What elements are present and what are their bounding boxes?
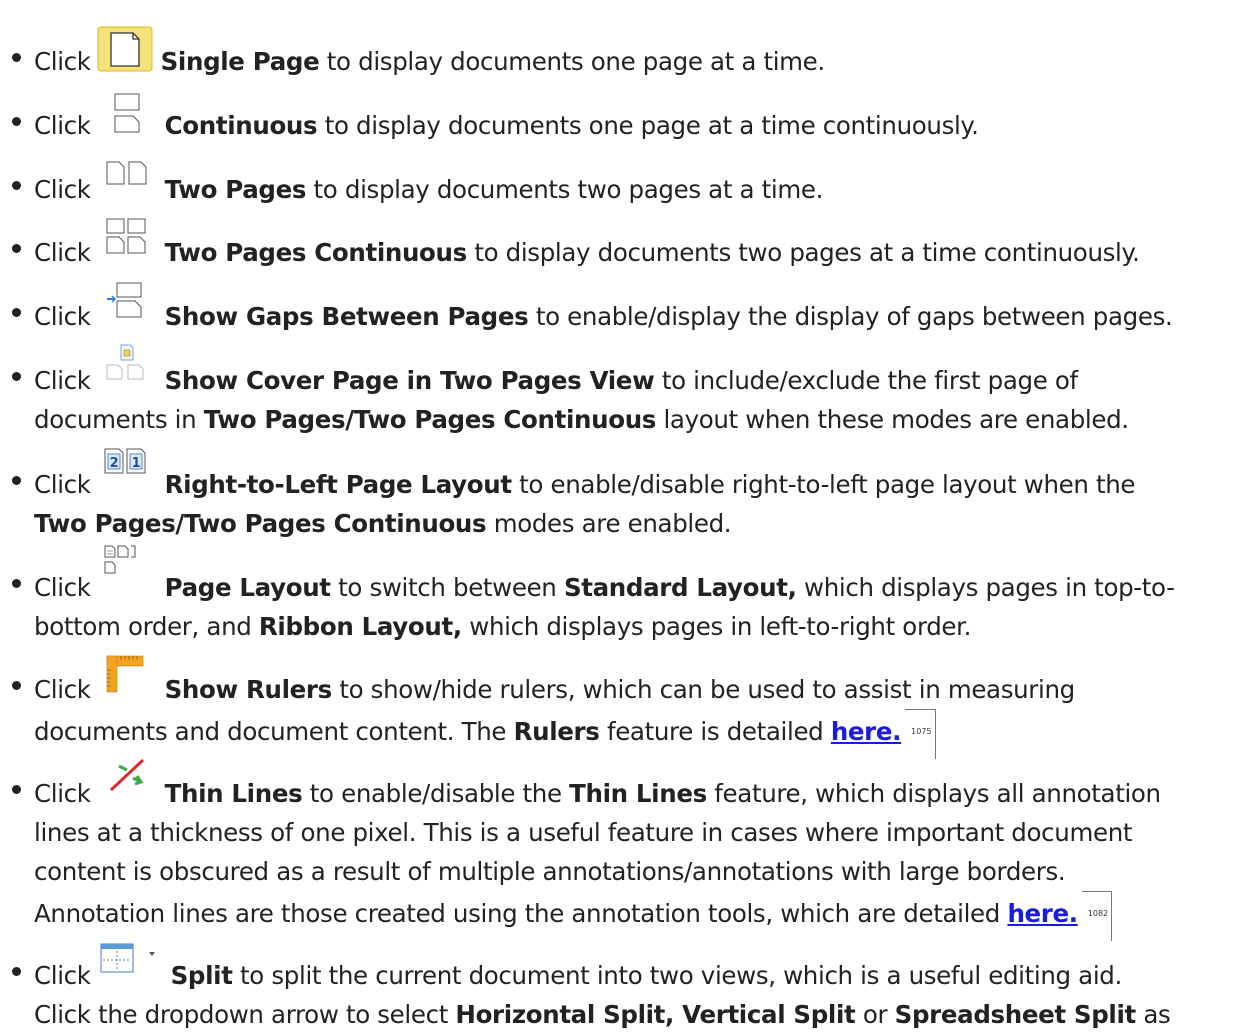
- list-item: Click Split to split the current documen…: [12, 943, 1260, 1034]
- description: layout when these modes are enabled.: [663, 405, 1129, 434]
- click-text: Click: [34, 779, 91, 808]
- mode-name: Two Pages/Two Pages Continuous: [203, 405, 657, 434]
- show-gaps-icon[interactable]: [97, 282, 157, 333]
- here-link[interactable]: here.: [1007, 899, 1078, 928]
- feature-label: Split: [170, 961, 233, 990]
- list-item: Click Two Pages to display documents two…: [12, 161, 1260, 209]
- description: feature, which displays all annotation: [714, 779, 1161, 808]
- thin-lines-icon[interactable]: [97, 758, 157, 810]
- feature-label: Two Pages Continuous: [164, 238, 468, 267]
- description: Click the dropdown arrow to select: [34, 1000, 448, 1029]
- feature-label: Thin Lines: [164, 779, 303, 808]
- two-pages-continuous-icon[interactable]: [97, 218, 157, 269]
- description: documents and document content. The: [34, 717, 507, 746]
- mode-name: Horizontal Split, Vertical Split: [455, 1000, 856, 1029]
- feature-label: Continuous: [164, 111, 318, 140]
- click-text: Click: [34, 675, 91, 704]
- description: to display documents one page at a time.: [326, 47, 825, 76]
- description: to include/exclude the first page of: [661, 366, 1078, 395]
- click-text: Click: [34, 111, 91, 140]
- feature-name: Thin Lines: [569, 779, 707, 808]
- description: content is obscured as a result of multi…: [34, 857, 1066, 886]
- description: to display documents two pages at a time…: [313, 175, 824, 204]
- feature-label: Show Rulers: [164, 675, 333, 704]
- page-reference: 1075: [905, 709, 936, 759]
- description: which displays pages in top-to-: [804, 573, 1175, 602]
- click-text: Click: [34, 366, 91, 395]
- mode-name: Ribbon Layout,: [258, 612, 462, 641]
- svg-text:1: 1: [131, 456, 140, 471]
- two-pages-icon[interactable]: [97, 161, 157, 206]
- list-item: Click Show Cover Page in Two Pages View …: [12, 344, 1260, 439]
- click-text: Click: [34, 961, 91, 990]
- feature-label: Show Gaps Between Pages: [164, 302, 529, 331]
- list-item: Click Page Layout to switch between Stan…: [12, 545, 1260, 646]
- click-text: Click: [34, 47, 91, 76]
- single-page-icon[interactable]: [97, 26, 153, 78]
- description: or: [862, 1000, 888, 1029]
- list-item: Click Single Page to display documents o…: [12, 26, 1260, 81]
- page-layout-icon[interactable]: [97, 545, 157, 604]
- description: to switch between: [338, 573, 557, 602]
- list-item: Click Thin Lines to enable/disable the T…: [12, 758, 1260, 941]
- feature-label: Single Page: [160, 47, 320, 76]
- right-to-left-icon[interactable]: 2 1: [97, 448, 157, 501]
- description: as: [1143, 1000, 1171, 1029]
- click-text: Click: [34, 238, 91, 267]
- svg-text:2: 2: [109, 456, 118, 471]
- description: to enable/display the display of gaps be…: [535, 302, 1173, 331]
- feature-label: Right-to-Left Page Layout: [164, 470, 512, 499]
- click-text: Click: [34, 573, 91, 602]
- feature-label: Two Pages: [164, 175, 307, 204]
- here-link[interactable]: here.: [831, 717, 902, 746]
- description: to display documents one page at a time …: [324, 111, 979, 140]
- mode-name: Two Pages/Two Pages Continuous: [34, 509, 487, 538]
- list-item: Click Show Gaps Between Pages to enable/…: [12, 282, 1260, 336]
- mode-name: Standard Layout,: [563, 573, 797, 602]
- feature-label: Show Cover Page in Two Pages View: [164, 366, 655, 395]
- list-item: Click 2 1 Right-to-Left Page Layout to e…: [12, 448, 1260, 543]
- description: which displays pages in left-to-right or…: [469, 612, 972, 641]
- description: to enable/disable the: [309, 779, 562, 808]
- description: to enable/disable right-to-left page lay…: [519, 470, 1136, 499]
- click-text: Click: [34, 175, 91, 204]
- list-item: Click Two Pages Continuous to display do…: [12, 218, 1260, 272]
- description: feature is detailed: [606, 717, 824, 746]
- list-item: Click Show Rulers to show/hide rulers, w…: [12, 655, 1260, 759]
- description: to display documents two pages at a time…: [474, 238, 1140, 267]
- continuous-icon[interactable]: [97, 93, 157, 142]
- split-icon[interactable]: [97, 943, 163, 992]
- description: bottom order, and: [34, 612, 252, 641]
- page-reference: 1082: [1081, 891, 1113, 941]
- description: lines at a thickness of one pixel. This …: [34, 818, 1133, 847]
- cover-page-icon[interactable]: [97, 344, 157, 397]
- description: modes are enabled.: [493, 509, 732, 538]
- feature-label: Page Layout: [164, 573, 331, 602]
- mode-name: Spreadsheet Split: [894, 1000, 1137, 1029]
- description: to show/hide rulers, which can be used t…: [339, 675, 1075, 704]
- click-text: Click: [34, 302, 91, 331]
- list-item: Click Continuous to display documents on…: [12, 93, 1260, 145]
- description: documents in: [34, 405, 197, 434]
- feature-name: Rulers: [513, 717, 600, 746]
- click-text: Click: [34, 470, 91, 499]
- rulers-icon[interactable]: [97, 655, 157, 706]
- description: Annotation lines are those created using…: [34, 899, 1000, 928]
- description: to split the current document into two v…: [240, 961, 1122, 990]
